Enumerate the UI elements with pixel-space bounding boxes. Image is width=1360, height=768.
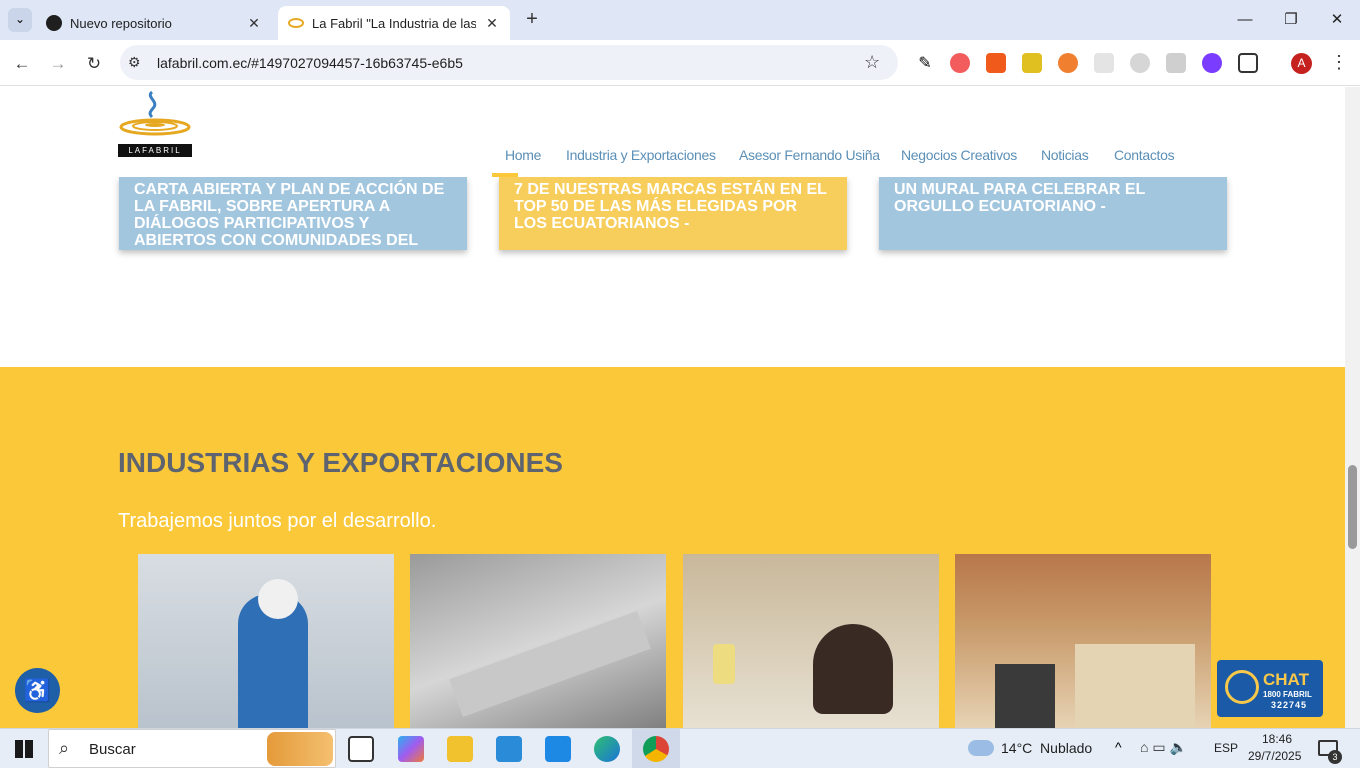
site-header: LAFABRIL Home Industria y Exportaciones … xyxy=(0,87,1233,177)
chat-phone-top: 1800 FABRIL xyxy=(1263,690,1312,699)
search-placeholder: Buscar xyxy=(89,741,136,758)
logo-wordmark: LAFABRIL xyxy=(118,144,192,157)
copilot-icon[interactable] xyxy=(398,736,424,762)
windows-start-icon[interactable] xyxy=(15,740,33,758)
nav-asesor[interactable]: Asesor Fernando Usiña xyxy=(739,147,880,163)
url-text[interactable]: lafabril.com.ec/#1497027094457-16b63745-… xyxy=(157,55,463,71)
weather-text[interactable]: 14°C Nublado xyxy=(1001,740,1092,756)
site-info-icon[interactable]: ⚙ xyxy=(128,54,141,71)
tray-icons[interactable]: ⌂ ▭ 🔈 xyxy=(1140,739,1187,756)
extension-color-icon[interactable] xyxy=(1202,53,1222,73)
taskbar-search[interactable]: ⌕ Buscar xyxy=(48,729,336,768)
clock-time[interactable]: 18:46 xyxy=(1262,732,1292,746)
chat-widget[interactable]: CHAT 1800 FABRIL 322745 xyxy=(1217,660,1323,717)
weather-cloud-icon xyxy=(968,740,994,756)
tab-title: La Fabril "La Industria de las Ide xyxy=(312,15,476,31)
task-view-icon[interactable] xyxy=(348,736,374,762)
file-explorer-icon[interactable] xyxy=(447,736,473,762)
reload-icon[interactable]: ↻ xyxy=(81,51,107,77)
lafabril-favicon-icon xyxy=(288,18,304,28)
clock-date[interactable]: 29/7/2025 xyxy=(1248,749,1301,763)
extension-disabled-icon[interactable] xyxy=(1094,53,1114,73)
language-indicator[interactable]: ESP xyxy=(1214,741,1238,755)
tab-title: Nuevo repositorio xyxy=(70,15,172,31)
extension-image-icon[interactable] xyxy=(1166,53,1186,73)
edge-icon[interactable] xyxy=(594,736,620,762)
new-tab-button[interactable]: + xyxy=(520,8,544,32)
nav-industria[interactable]: Industria y Exportaciones xyxy=(566,147,716,163)
chrome-icon[interactable] xyxy=(643,736,669,762)
section-title: INDUSTRIAS Y EXPORTACIONES xyxy=(118,447,563,478)
accessibility-button[interactable]: ♿ xyxy=(15,668,60,713)
nav-home[interactable]: Home xyxy=(505,147,541,163)
maximize-icon[interactable]: ❐ xyxy=(1279,8,1303,32)
minimize-icon[interactable]: — xyxy=(1233,8,1257,32)
notification-count-badge: 3 xyxy=(1328,750,1342,764)
scrollbar-thumb[interactable] xyxy=(1348,465,1357,549)
nav-active-indicator xyxy=(492,173,518,177)
vscode-icon[interactable] xyxy=(545,736,571,762)
page-scrollbar[interactable] xyxy=(1345,87,1360,728)
eyedropper-extension-icon[interactable]: ✎ xyxy=(915,53,935,73)
photo-conveyor-belt[interactable] xyxy=(410,554,666,728)
industries-section: INDUSTRIAS Y EXPORTACIONES Trabajemos ju… xyxy=(0,367,1345,728)
chat-phone-bottom: 322745 xyxy=(1271,700,1308,710)
search-tiger-icon xyxy=(267,732,333,766)
chat-logo-icon xyxy=(1225,670,1259,704)
photo-warehouse-forklift[interactable] xyxy=(955,554,1211,728)
extension-game-icon[interactable] xyxy=(1058,53,1078,73)
chat-label: CHAT xyxy=(1263,670,1309,689)
close-window-icon[interactable]: ✕ xyxy=(1325,8,1349,32)
photo-lab-technician[interactable] xyxy=(683,554,939,728)
forward-icon[interactable]: → xyxy=(45,51,71,77)
nav-contactos[interactable]: Contactos xyxy=(1114,147,1175,163)
web-page: CARTA ABIERTA Y PLAN DE ACCIÓN DE LA FAB… xyxy=(0,87,1345,728)
extension-ip-icon[interactable] xyxy=(1130,53,1150,73)
nav-noticias[interactable]: Noticias xyxy=(1041,147,1089,163)
news-card-mural[interactable]: UN MURAL PARA CELEBRAR EL ORGULLO ECUATO… xyxy=(879,177,1227,250)
news-card-carta-abierta[interactable]: CARTA ABIERTA Y PLAN DE ACCIÓN DE LA FAB… xyxy=(119,177,467,250)
search-icon: ⌕ xyxy=(59,738,70,758)
extension-red-icon[interactable] xyxy=(950,53,970,73)
extensions-puzzle-icon[interactable] xyxy=(1238,53,1258,73)
section-subtitle: Trabajemos juntos por el desarrollo. xyxy=(118,510,437,532)
tray-chevron-icon[interactable]: ^ xyxy=(1115,739,1122,755)
bookmark-star-icon[interactable]: ☆ xyxy=(864,52,880,73)
extension-orange-icon[interactable] xyxy=(986,53,1006,73)
back-icon[interactable]: ← xyxy=(9,51,35,77)
tab-nuevo-repositorio[interactable]: Nuevo repositorio ✕ xyxy=(36,6,272,40)
news-card-marcas-top[interactable]: 7 DE NUESTRAS MARCAS ESTÁN EN EL TOP 50 … xyxy=(499,177,847,250)
extension-chart-icon[interactable] xyxy=(1022,53,1042,73)
tab-la-fabril[interactable]: La Fabril "La Industria de las Ide ✕ xyxy=(278,6,510,40)
profile-avatar[interactable]: A xyxy=(1291,53,1312,74)
photo-worker-scanner[interactable] xyxy=(138,554,394,728)
nav-negocios[interactable]: Negocios Creativos xyxy=(901,147,1017,163)
github-icon xyxy=(46,15,62,31)
microsoft-store-icon[interactable] xyxy=(496,736,522,762)
close-tab-icon[interactable]: ✕ xyxy=(246,15,262,32)
menu-kebab-icon[interactable]: ⋮ xyxy=(1330,52,1348,73)
tab-list-button[interactable]: ⌄ xyxy=(8,8,32,32)
close-tab-icon[interactable]: ✕ xyxy=(484,15,500,32)
